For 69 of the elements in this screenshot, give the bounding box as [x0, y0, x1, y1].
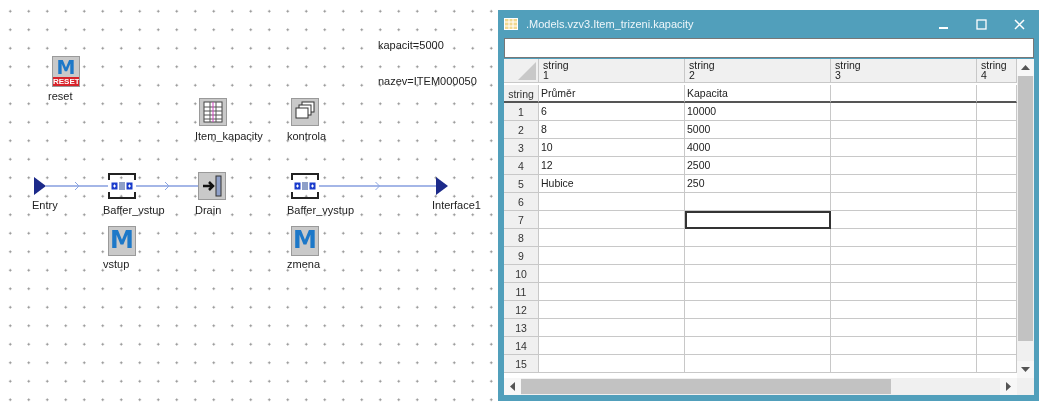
table-cell: Hubice — [539, 175, 685, 193]
row-header: 14 — [504, 337, 539, 355]
row-header: 8 — [504, 229, 539, 247]
node-label: Baffer_vstup — [103, 204, 165, 216]
column-header[interactable]: string 1 — [539, 59, 685, 83]
table-icon[interactable] — [199, 98, 227, 126]
node-label: reset — [48, 90, 73, 102]
maximize-icon — [975, 18, 987, 30]
column-header[interactable]: string 2 — [685, 59, 831, 83]
connector-line — [135, 181, 199, 191]
row-header: 15 — [504, 355, 539, 373]
connector-line — [45, 181, 109, 191]
right-arrow-icon — [1006, 382, 1011, 391]
table-cell: 2500 — [685, 157, 831, 175]
table-cell: 250 — [685, 175, 831, 193]
scroll-down-button[interactable] — [1017, 361, 1034, 378]
node-label: kontrola — [287, 130, 327, 142]
row-header: 11 — [504, 283, 539, 301]
node-label: vstup — [103, 258, 130, 270]
table-cell: 4000 — [685, 139, 831, 157]
table-cell: 10000 — [685, 103, 831, 121]
scroll-left-button[interactable] — [504, 378, 521, 395]
table-cell: Průměr — [539, 85, 685, 103]
buffer-icon[interactable] — [108, 172, 136, 200]
node-label: Baffer_vystup — [287, 204, 355, 216]
scroll-right-button[interactable] — [1000, 378, 1017, 395]
attribute-text: kapacit=5000 — [378, 39, 444, 51]
left-arrow-icon — [510, 382, 515, 391]
node-label: Entry — [32, 199, 58, 211]
table-cell: 5000 — [685, 121, 831, 139]
row-header: 5 — [504, 175, 539, 193]
minimize-icon — [938, 27, 948, 29]
row-header: 2 — [504, 121, 539, 139]
windows-icon[interactable] — [291, 98, 319, 126]
row-header: 6 — [504, 193, 539, 211]
row-header: 7 — [504, 211, 539, 229]
close-icon — [1013, 18, 1025, 30]
triangle-icon[interactable] — [436, 177, 448, 195]
drain-icon[interactable] — [198, 172, 226, 200]
column-header[interactable]: string 4 — [977, 59, 1017, 83]
row-header: 1 — [504, 103, 539, 121]
table-cell: Kapacita — [685, 85, 831, 103]
window-title: .Models.vzv3.Item_trizeni.kapacity — [526, 18, 695, 30]
table-icon — [504, 18, 518, 30]
down-arrow-icon — [1021, 367, 1030, 372]
buffer-icon[interactable] — [291, 172, 319, 200]
formula-field[interactable] — [504, 38, 1034, 58]
table-cell: 6 — [539, 103, 685, 121]
triangle-icon[interactable] — [34, 177, 46, 195]
node-label: Interface1 — [432, 199, 481, 211]
method-icon[interactable]: M RESET — [52, 56, 80, 87]
table-cell: 10 — [539, 139, 685, 157]
scroll-up-button[interactable] — [1017, 59, 1034, 76]
row-header: 9 — [504, 247, 539, 265]
attribute-text: nazev=ITEM000050 — [378, 75, 477, 87]
table-cell: 12 — [539, 157, 685, 175]
row-header: string — [504, 85, 539, 103]
node-label: Drain — [195, 204, 222, 216]
row-header: 12 — [504, 301, 539, 319]
column-header[interactable]: string 3 — [831, 59, 977, 83]
row-header: 13 — [504, 319, 539, 337]
node-label: zmena — [287, 258, 321, 270]
node-label: Item_kapacity — [195, 130, 263, 142]
up-arrow-icon — [1021, 65, 1030, 70]
row-header: 3 — [504, 139, 539, 157]
row-header: 4 — [504, 157, 539, 175]
corner-icon — [518, 62, 536, 80]
table-cell: 8 — [539, 121, 685, 139]
row-header: 10 — [504, 265, 539, 283]
